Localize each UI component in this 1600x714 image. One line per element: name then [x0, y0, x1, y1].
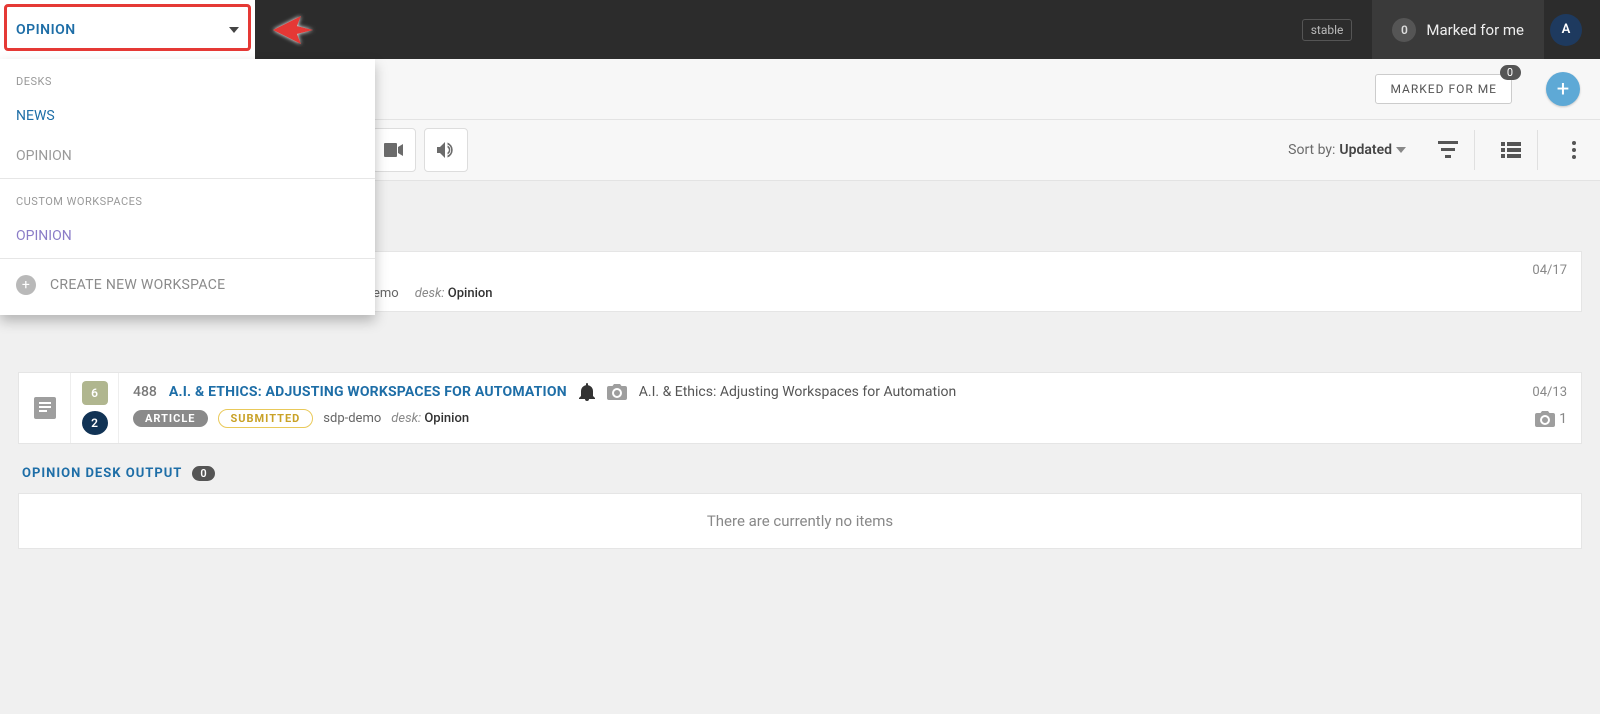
caret-down-icon	[1396, 147, 1406, 153]
sort-value: Updated	[1339, 142, 1392, 158]
user-avatar[interactable]: A	[1550, 14, 1582, 46]
video-filter-button[interactable]	[372, 128, 416, 172]
sort-label: Sort by:	[1288, 142, 1335, 158]
audio-icon	[437, 141, 455, 159]
plus-circle-icon: +	[16, 275, 36, 295]
output-section-title: OPINION DESK OUTPUT	[22, 466, 182, 481]
story-card[interactable]: 6 2 488 A.I. & ETHICS: ADJUSTING WORKSPA…	[18, 372, 1582, 444]
empty-state: There are currently no items	[18, 493, 1582, 549]
card-desk-label: desk:	[391, 411, 421, 426]
camera-icon	[1535, 411, 1555, 427]
avatar-letter: A	[1562, 22, 1571, 37]
plus-icon: +	[1557, 77, 1569, 102]
sort-control[interactable]: Sort by: Updated	[1288, 130, 1588, 170]
dropdown-section-workspaces: CUSTOM WORKSPACES	[0, 179, 375, 218]
marked-chip-label: MARKED FOR ME	[1390, 82, 1497, 96]
marked-for-me-chip[interactable]: MARKED FOR ME 0	[1375, 74, 1512, 104]
card-type-col	[19, 373, 71, 443]
card-desk-label: desk:	[415, 286, 445, 301]
card-headline: A.I. & Ethics: Adjusting Workspaces for …	[639, 384, 956, 400]
desk-selector-label: OPINION	[16, 22, 76, 38]
type-pill: ARTICLE	[133, 410, 208, 427]
create-workspace-button[interactable]: + CREATE NEW WORKSPACE	[0, 259, 375, 315]
caret-down-icon	[229, 27, 239, 33]
state-pill: SUBMITTED	[218, 409, 314, 428]
card-author: emo	[373, 286, 399, 301]
kebab-icon	[1572, 141, 1576, 159]
filter-icon	[1438, 141, 1458, 159]
audio-filter-button[interactable]	[424, 128, 468, 172]
top-bar: OPINION stable 0 Marked for me A	[0, 0, 1600, 59]
card-desk-value: Opinion	[448, 286, 493, 301]
picture-count-value: 1	[1559, 411, 1567, 427]
stable-badge: stable	[1302, 19, 1353, 41]
output-section-header[interactable]: OPINION DESK OUTPUT 0	[18, 444, 1582, 493]
empty-state-text: There are currently no items	[707, 512, 893, 530]
annotation-arrow	[263, 6, 413, 54]
video-icon	[384, 143, 404, 157]
dropdown-section-desks: DESKS	[0, 59, 375, 98]
card-picture-count: 1	[1535, 411, 1567, 427]
marked-for-me-header[interactable]: 0 Marked for me	[1372, 0, 1544, 59]
bell-icon	[579, 383, 595, 401]
text-item-icon	[34, 397, 56, 419]
card-id: 488	[133, 384, 157, 400]
desk-dropdown-panel: DESKS NEWS OPINION CUSTOM WORKSPACES OPI…	[0, 59, 375, 315]
filter-button[interactable]	[1434, 136, 1462, 164]
priority-badge: 6	[82, 381, 108, 405]
list-icon	[1501, 142, 1521, 158]
desk-option-opinion[interactable]: OPINION	[0, 138, 375, 178]
create-fab[interactable]: +	[1546, 72, 1580, 106]
desk-option-news[interactable]: NEWS	[0, 98, 375, 138]
card-slugline: A.I. & ETHICS: ADJUSTING WORKSPACES FOR …	[169, 384, 567, 400]
create-workspace-label: CREATE NEW WORKSPACE	[50, 277, 225, 293]
marked-chip-count: 0	[1500, 65, 1521, 80]
urgency-badge: 2	[82, 411, 108, 435]
divider	[1537, 130, 1538, 170]
desk-selector-dropdown[interactable]: OPINION	[0, 0, 255, 59]
card-date: 04/17	[1532, 263, 1567, 278]
camera-icon	[607, 384, 627, 400]
output-section-count: 0	[192, 466, 214, 481]
card-date: 04/13	[1532, 385, 1567, 400]
card-badges-col: 6 2	[71, 373, 119, 443]
marked-label: Marked for me	[1426, 21, 1524, 39]
workspace-option-opinion[interactable]: OPINION	[0, 218, 375, 258]
more-menu-button[interactable]	[1560, 136, 1588, 164]
divider	[1474, 130, 1475, 170]
card-author: sdp-demo	[323, 411, 381, 426]
list-view-button[interactable]	[1497, 136, 1525, 164]
card-desk-value: Opinion	[424, 411, 469, 426]
marked-count-badge: 0	[1392, 18, 1416, 42]
